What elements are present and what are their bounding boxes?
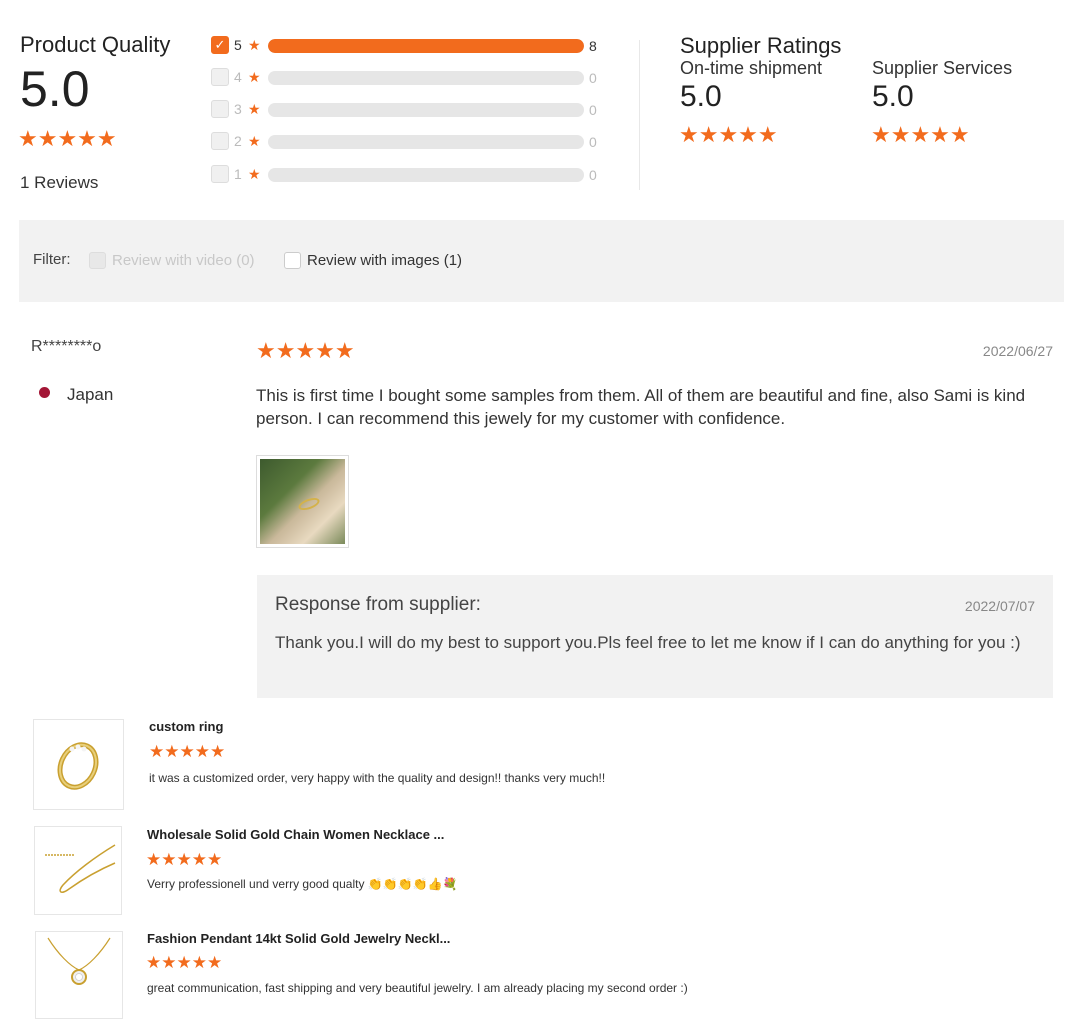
filter-label: Filter:	[33, 251, 71, 268]
review-image-thumbnail[interactable]	[256, 455, 349, 548]
review-date: 2022/06/27	[982, 343, 1053, 359]
gold-chain-icon	[45, 844, 116, 893]
reviewer-name: R********o	[31, 338, 102, 355]
product-review-text: it was a customized order, very happy wi…	[149, 771, 606, 785]
filter-images-checkbox[interactable]	[284, 252, 301, 269]
rating-row-2[interactable]: 2 ★	[211, 131, 266, 151]
rating-3-bar	[268, 103, 584, 117]
supplier-services-label: Supplier Services	[872, 58, 1013, 78]
product-review-text: great communication, fast shipping and v…	[147, 981, 688, 995]
reviewer-country: Japan	[67, 385, 114, 404]
review-count: 1 Reviews	[20, 173, 99, 192]
filter-images-label[interactable]: Review with images (1)	[307, 252, 462, 269]
product-stars: ★★★★★	[146, 850, 223, 869]
ring-icon	[296, 495, 322, 513]
star-icon: ★	[248, 165, 261, 182]
supplier-response-date: 2022/07/07	[964, 598, 1035, 614]
product-stars: ★★★★★	[146, 953, 223, 972]
ring-photo	[260, 459, 345, 544]
rating-1-checkbox[interactable]	[211, 165, 229, 183]
product-title[interactable]: Wholesale Solid Gold Chain Women Necklac…	[147, 827, 444, 842]
rating-2-checkbox[interactable]	[211, 132, 229, 150]
rating-star-number: 3	[234, 101, 242, 117]
product-stars: ★★★★★	[149, 742, 226, 761]
filter-video-label: Review with video (0)	[112, 252, 255, 269]
star-icon: ★	[248, 132, 261, 149]
product-quality-score: 5.0	[20, 61, 90, 117]
star-icon: ★	[248, 100, 261, 117]
rating-star-number: 4	[234, 69, 242, 85]
rating-5-count: 8	[589, 38, 597, 54]
star-icon: ★	[248, 68, 261, 85]
section-divider	[639, 40, 640, 190]
ontime-shipment-stars: ★★★★★	[679, 122, 778, 147]
rating-star-number: 5	[234, 37, 242, 53]
supplier-services-stars: ★★★★★	[871, 122, 970, 147]
rating-row-3[interactable]: 3 ★	[211, 99, 266, 119]
pendant-necklace-icon	[47, 937, 111, 985]
rating-4-checkbox[interactable]	[211, 68, 229, 86]
rating-1-bar	[268, 168, 584, 182]
review-stars: ★★★★★	[256, 338, 355, 363]
rating-row-4[interactable]: 4 ★	[211, 67, 266, 87]
country-flag-icon	[39, 387, 50, 398]
rating-1-count: 0	[589, 167, 597, 183]
filter-images-option[interactable]: Review with images (1)	[284, 252, 462, 269]
rating-4-count: 0	[589, 70, 597, 86]
rating-5-bar-fill	[268, 39, 584, 53]
supplier-response-title: Response from supplier:	[275, 594, 481, 615]
rating-2-bar	[268, 135, 584, 149]
product-thumbnail[interactable]	[33, 719, 124, 810]
product-quality-title: Product Quality	[20, 32, 171, 57]
review-text: This is first time I bought some samples…	[256, 386, 1026, 428]
product-thumbnail[interactable]	[35, 931, 123, 1019]
ontime-shipment-value: 5.0	[680, 80, 722, 113]
rating-row-5[interactable]: ✓ 5 ★	[211, 35, 266, 55]
product-title[interactable]: Fashion Pendant 14kt Solid Gold Jewelry …	[147, 931, 450, 946]
filter-video-option: Review with video (0)	[89, 252, 255, 269]
rating-5-bar	[268, 39, 584, 53]
filter-video-checkbox	[89, 252, 106, 269]
product-thumbnail[interactable]	[34, 826, 122, 915]
supplier-ratings-title: Supplier Ratings	[680, 33, 842, 58]
rating-5-checkbox[interactable]: ✓	[211, 36, 229, 54]
rating-4-bar	[268, 71, 584, 85]
star-icon: ★	[248, 36, 261, 53]
supplier-response-text: Thank you.I will do my best to support y…	[275, 633, 1021, 652]
rating-star-number: 2	[234, 133, 242, 149]
product-title[interactable]: custom ring	[149, 719, 223, 734]
rating-3-checkbox[interactable]	[211, 100, 229, 118]
product-review-text: Verry professionell und verry good qualt…	[147, 877, 458, 891]
rating-2-count: 0	[589, 134, 597, 150]
product-quality-stars: ★★★★★	[18, 126, 117, 151]
rating-star-number: 1	[234, 166, 242, 182]
rating-3-count: 0	[589, 102, 597, 118]
ontime-shipment-label: On-time shipment	[680, 58, 823, 78]
rating-row-1[interactable]: 1 ★	[211, 164, 266, 184]
supplier-services-value: 5.0	[872, 80, 914, 113]
gold-ring-icon	[57, 742, 99, 790]
